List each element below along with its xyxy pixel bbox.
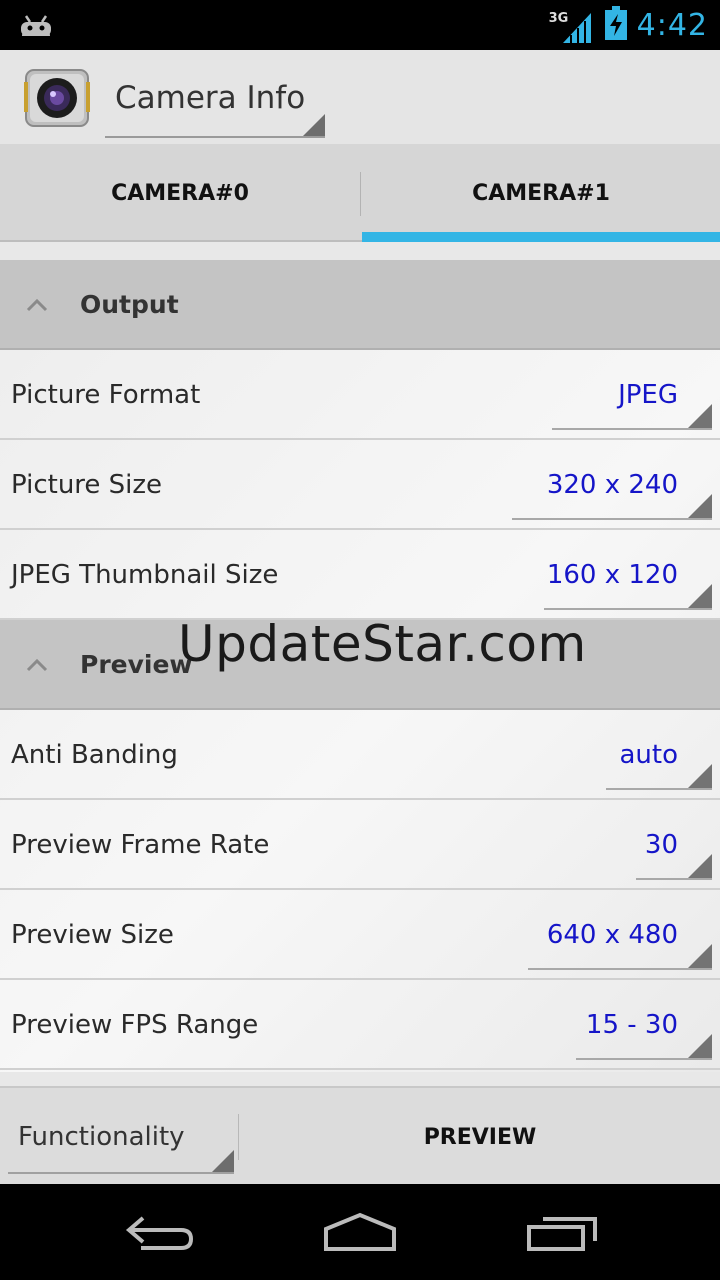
status-bar: 3G 4:42 [0,0,720,50]
section-title: Preview [80,650,193,679]
camera-tabs: CAMERA#0 CAMERA#1 [0,144,720,242]
recents-icon[interactable] [517,1204,607,1260]
spinner-arrow-icon [688,584,712,608]
setting-label: Anti Banding [11,740,178,770]
signal-icon: 3G [549,5,595,45]
spinner-arrow-icon [688,1034,712,1058]
setting-label: Preview FPS Range [11,1010,259,1040]
tab-selected-indicator [362,232,720,242]
tab-camera-1[interactable]: CAMERA#1 [361,144,720,242]
action-bar: Camera Info [0,50,720,144]
watermark: UpdateStar.com [178,615,587,673]
setting-value: auto [619,740,678,770]
chevron-up-icon [26,298,48,312]
setting-label: JPEG Thumbnail Size [11,560,279,590]
spinner-arrow-icon [688,764,712,788]
android-icon [18,10,54,42]
home-icon[interactable] [315,1204,405,1260]
picture-format-spinner[interactable]: JPEG [552,364,712,430]
setting-label: Picture Format [11,380,201,410]
back-icon[interactable] [115,1204,205,1260]
spinner-arrow-icon [688,404,712,428]
setting-row-anti-banding: Anti Banding auto [0,710,720,800]
battery-charging-icon [604,6,627,44]
setting-value: 15 - 30 [585,1010,678,1040]
jpeg-thumbnail-size-spinner[interactable]: 160 x 120 [544,544,712,610]
setting-value: 640 x 480 [546,920,678,950]
setting-row-preview-fps-range: Preview FPS Range 15 - 30 [0,980,720,1070]
setting-value: 30 [644,830,678,860]
functionality-spinner[interactable]: Functionality [8,1110,234,1174]
setting-row-preview-size: Preview Size 640 x 480 [0,890,720,980]
setting-row-picture-size: Picture Size 320 x 240 [0,440,720,530]
spinner-arrow-icon [303,114,325,136]
spinner-arrow-icon [212,1150,234,1172]
preview-fps-range-spinner[interactable]: 15 - 30 [576,994,712,1060]
navigation-bar [0,1184,720,1280]
spinner-arrow-icon [688,944,712,968]
spinner-arrow-icon [688,494,712,518]
functionality-label: Functionality [18,1122,185,1152]
setting-label: Preview Size [11,920,174,950]
title-spinner[interactable]: Camera Info [105,72,325,138]
section-header-output[interactable]: Output [0,260,720,350]
setting-row-picture-format: Picture Format JPEG [0,350,720,440]
app-title: Camera Info [115,80,306,116]
preview-button[interactable]: PREVIEW [240,1088,720,1186]
preview-frame-rate-spinner[interactable]: 30 [636,814,712,880]
setting-row-preview-frame-rate: Preview Frame Rate 30 [0,800,720,890]
picture-size-spinner[interactable]: 320 x 240 [512,454,712,520]
setting-label: Picture Size [11,470,163,500]
chevron-up-icon [26,658,48,672]
setting-row-jpeg-thumbnail-size: JPEG Thumbnail Size 160 x 120 [0,530,720,620]
camera-app-icon[interactable] [24,68,90,128]
setting-label: Preview Frame Rate [11,830,270,860]
section-title: Output [80,290,179,319]
bottom-divider [238,1114,239,1160]
setting-value: 320 x 240 [546,470,678,500]
anti-banding-spinner[interactable]: auto [606,724,712,790]
setting-value: JPEG [618,380,678,410]
setting-value: 160 x 120 [546,560,678,590]
clock: 4:42 [636,7,708,43]
spinner-arrow-icon [688,854,712,878]
preview-size-spinner[interactable]: 640 x 480 [528,904,712,970]
tab-camera-0[interactable]: CAMERA#0 [0,144,360,242]
bottom-bar: Functionality PREVIEW [0,1086,720,1184]
